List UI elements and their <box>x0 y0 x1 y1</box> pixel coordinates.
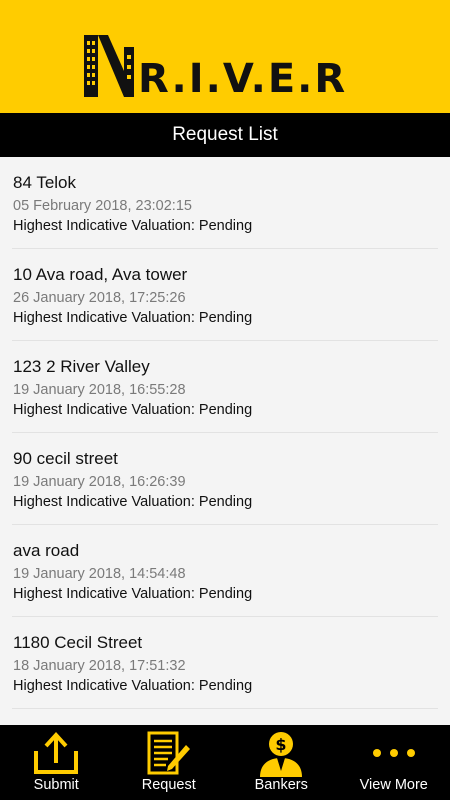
request-list-item[interactable]: 90 cecil street 19 January 2018, 16:26:3… <box>12 433 438 525</box>
request-timestamp: 18 January 2018, 17:51:32 <box>13 658 186 674</box>
svg-text:$: $ <box>276 735 287 754</box>
request-valuation: Highest Indicative Valuation: Pending <box>13 494 253 510</box>
title-bar: Request List <box>0 113 450 157</box>
request-timestamp: 19 January 2018, 14:54:48 <box>13 566 186 582</box>
request-valuation: Highest Indicative Valuation: Pending <box>13 678 253 694</box>
request-valuation: Highest Indicative Valuation: Pending <box>13 218 253 234</box>
request-timestamp: 26 January 2018, 17:25:26 <box>13 290 186 306</box>
request-valuation: Highest Indicative Valuation: Pending <box>13 402 253 418</box>
nav-view-more-label: View More <box>359 777 428 793</box>
logo-wordmark: R.I.V.E.R <box>138 56 348 102</box>
request-valuation: Highest Indicative Valuation: Pending <box>13 310 253 326</box>
nav-bankers-label: Bankers <box>254 777 308 793</box>
nav-request-button[interactable]: Request <box>113 725 226 800</box>
app-header: R.I.V.E.R <box>0 0 450 113</box>
request-list-item[interactable]: ava road 19 January 2018, 14:54:48 Highe… <box>12 525 438 617</box>
nav-bankers-button[interactable]: $ Bankers <box>225 725 338 800</box>
nav-request-label: Request <box>141 777 196 793</box>
request-list-item[interactable]: 1180 Cecil Street 18 January 2018, 17:51… <box>12 617 438 709</box>
page-title: Request List <box>172 124 278 145</box>
more-dots-icon <box>372 749 415 757</box>
bottom-nav: Submit Request $ Bankers View More <box>0 725 450 800</box>
request-address: 84 Telok <box>13 173 77 192</box>
request-list-item[interactable]: 84 Telok 05 February 2018, 23:02:15 High… <box>12 157 438 249</box>
request-list-item[interactable]: 123 2 River Valley 19 January 2018, 16:5… <box>12 341 438 433</box>
nav-submit-button[interactable]: Submit <box>0 725 113 800</box>
request-address: 10 Ava road, Ava tower <box>13 265 188 284</box>
river-logo: R.I.V.E.R <box>84 33 374 102</box>
request-address: ava road <box>13 541 80 560</box>
request-valuation: Highest Indicative Valuation: Pending <box>13 586 253 602</box>
nav-submit-label: Submit <box>33 777 79 793</box>
request-timestamp: 19 January 2018, 16:26:39 <box>13 474 186 490</box>
request-address: 90 cecil street <box>13 449 118 468</box>
request-address: 123 2 River Valley <box>13 357 150 376</box>
request-address: 1180 Cecil Street <box>13 633 143 652</box>
request-list-item[interactable]: 10 Ava road, Ava tower 26 January 2018, … <box>12 249 438 341</box>
document-pen-icon <box>147 731 190 775</box>
logo-building-icon <box>84 35 134 97</box>
upload-icon <box>34 732 79 774</box>
banker-icon: $ <box>260 732 303 777</box>
request-list[interactable]: 84 Telok 05 February 2018, 23:02:15 High… <box>0 157 450 725</box>
request-timestamp: 05 February 2018, 23:02:15 <box>13 198 192 214</box>
request-timestamp: 19 January 2018, 16:55:28 <box>13 382 186 398</box>
nav-view-more-button[interactable]: View More <box>338 725 450 800</box>
